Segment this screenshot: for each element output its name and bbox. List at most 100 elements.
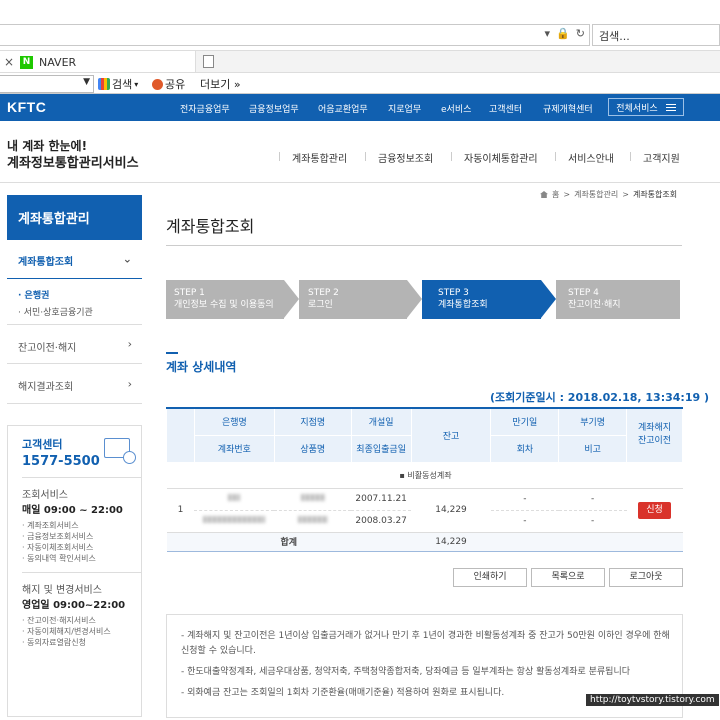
section-marker — [166, 352, 178, 354]
step-label: 계좌통합조회 — [438, 300, 488, 310]
step-4: STEP 4 잔고이전·해지 — [556, 280, 680, 319]
search-dropdown-icon[interactable]: ▾ — [545, 27, 551, 40]
header-opened: 개설일 — [350, 408, 412, 436]
header-tax: 부기명 — [558, 408, 628, 436]
account-number-redacted — [194, 510, 275, 533]
gnb-item-e-service[interactable]: e서비스 — [441, 102, 471, 115]
gnb-item-regulation-reform[interactable]: 규제개혁센터 — [543, 102, 593, 115]
sidebar-item-termination-result[interactable]: 해지결과조회 › — [7, 364, 142, 404]
divider — [22, 477, 142, 478]
gnb-item-giro[interactable]: 지로업무 — [388, 102, 421, 115]
global-nav: KFTC 전자금융업무 금융정보업무 어음교환업무 지로업무 e서비스 고객센터… — [0, 94, 720, 121]
account-detail-table: 은행명 지점명 개설일 잔고 만기일 부기명 계좌해지 잔고이전 계좌번호 상품… — [166, 407, 683, 552]
menu-customer-support[interactable]: 고객지원 — [630, 150, 680, 165]
share-button[interactable]: 공유 — [152, 76, 185, 92]
cmd-share-label: 공유 — [165, 78, 186, 91]
menu-icon — [665, 103, 676, 111]
sidebar-item-label: 계좌통합조회 — [18, 257, 74, 268]
sidebar-title: 계좌통합관리 — [7, 195, 142, 240]
apply-button[interactable]: 신청 — [638, 501, 671, 519]
tab-title: NAVER — [39, 55, 77, 69]
step-3: STEP 3 계좌통합조회 — [422, 280, 541, 319]
header-product: 상품명 — [273, 435, 352, 463]
gnb-item-electronic-finance[interactable]: 전자금융업무 — [180, 102, 230, 115]
notice-item: - 계좌해지 및 잔고이전은 1년이상 입출금거래가 없거나 만기 후 1년이 … — [181, 631, 670, 656]
logout-button[interactable]: 로그아웃 — [609, 568, 683, 587]
step-number: STEP 4 — [568, 288, 599, 298]
address-bar[interactable]: ▾ 🔒 ↻ — [0, 24, 590, 46]
menu-account-management[interactable]: 계좌통합관리 — [278, 150, 347, 165]
sidebar-item-account-inquiry[interactable]: 계좌통합조회 ⌄ — [7, 240, 142, 279]
lookup-service-item: · 동의내역 확인서비스 — [22, 554, 96, 563]
service-title[interactable]: 계좌정보통합관리서비스 — [7, 152, 139, 171]
group-label-inactive: ▪ 비활동성계좌 — [166, 462, 683, 489]
step-arrow — [407, 280, 422, 318]
sidebar-item-label: 잔고이전·해지 — [18, 343, 77, 354]
step-arrow — [541, 280, 556, 318]
lookup-service-item: · 자동이체조회서비스 — [22, 543, 94, 552]
total-balance: 14,229 — [411, 531, 491, 552]
breadcrumb-separator: > — [563, 190, 571, 199]
header-action-transfer: 잔고이전 — [637, 436, 672, 447]
header-installment: 회차 — [490, 435, 560, 463]
last-transaction-date: 2008.03.27 — [351, 510, 412, 533]
lock-icon: 🔒 — [556, 27, 570, 40]
table-row: 1 2007.11.21 14,229 - - 신청 — [166, 488, 683, 533]
header-bank: 은행명 — [193, 408, 275, 436]
menu-service-guide[interactable]: 서비스안내 — [555, 150, 614, 165]
chevron-down-icon[interactable]: ▼ — [83, 77, 90, 87]
gnb-item-customer-center[interactable]: 고객센터 — [489, 102, 522, 115]
naver-icon: N — [20, 55, 33, 69]
note-value: - — [558, 510, 627, 533]
header-action: 계좌해지 잔고이전 — [626, 408, 683, 463]
breadcrumb: 홈 > 계좌통합관리 > 계좌통합조회 — [540, 189, 677, 200]
lookup-service-item: · 금융정보조회서비스 — [22, 532, 94, 541]
site-logo[interactable]: KFTC — [7, 99, 46, 115]
more-button[interactable]: 더보기 » — [200, 76, 241, 92]
step-number: STEP 2 — [308, 288, 339, 298]
refresh-icon[interactable]: ↻ — [576, 27, 585, 40]
change-service-item: · 동의자료열람신청 — [22, 638, 86, 647]
command-input[interactable]: ▼ — [0, 75, 94, 93]
close-icon[interactable]: × — [0, 55, 18, 69]
tab-naver[interactable]: × N NAVER — [0, 51, 196, 73]
total-row: 합계 14,229 — [166, 531, 683, 552]
home-icon[interactable] — [540, 191, 548, 198]
change-service-title: 해지 및 변경서비스 — [22, 585, 102, 596]
change-service-time: 영업일 09:00~22:00 — [22, 600, 126, 611]
header-last-transaction: 최종입출금일 — [350, 435, 412, 463]
opened-date: 2007.11.21 — [351, 488, 412, 511]
cmd-search-label: 검색 — [112, 78, 133, 91]
sidebar-sub-bank[interactable]: · 은행권 — [18, 288, 49, 301]
gnb-item-financial-info[interactable]: 금융정보업무 — [249, 102, 299, 115]
section-title: 계좌 상세내역 — [166, 360, 237, 374]
tab-bar: × N NAVER — [0, 50, 720, 73]
row-number: 1 — [166, 488, 195, 533]
watermark: http://toytvstory.tistory.com — [586, 694, 719, 706]
sidebar-sub-cooperative[interactable]: · 서민·상호금융기관 — [18, 305, 93, 318]
new-tab-icon[interactable] — [203, 55, 214, 68]
google-search-button[interactable]: 검색 ▾ — [98, 76, 138, 92]
step-indicator: STEP 1 개인정보 수집 및 이용동의 STEP 2 로그인 STEP 3 … — [166, 280, 680, 319]
gnb-item-bill-clearing[interactable]: 어음교환업무 — [318, 102, 368, 115]
reference-datetime: (조회기준일시 : 2018.02.18, 13:34:19 ) — [490, 391, 709, 404]
print-button[interactable]: 인쇄하기 — [453, 568, 527, 587]
change-service-item: · 잔고이전·해지서비스 — [22, 616, 96, 625]
list-button[interactable]: 목록으로 — [531, 568, 605, 587]
tax-value: - — [558, 488, 627, 511]
browser-search-input[interactable]: 검색... — [592, 24, 720, 46]
menu-financial-info[interactable]: 금융정보조회 — [364, 150, 433, 165]
header-action-termination: 계좌해지 — [637, 423, 672, 434]
sidebar-item-balance-transfer[interactable]: 잔고이전·해지 › — [7, 324, 142, 364]
all-services-button[interactable]: 전체서비스 — [608, 98, 684, 116]
step-label: 개인정보 수집 및 이용동의 — [174, 300, 274, 310]
breadcrumb-home[interactable]: 홈 — [552, 189, 559, 200]
breadcrumb-account-management[interactable]: 계좌통합관리 — [574, 189, 618, 200]
header-account-no: 계좌번호 — [193, 435, 275, 463]
installment-value: - — [490, 510, 559, 533]
menu-auto-transfer[interactable]: 자동이체통합관리 — [451, 150, 538, 165]
notice-item: - 한도대출약정계좌, 세금우대상품, 청약저축, 주택청약종합저축, 당좌예금… — [181, 667, 631, 677]
balance-value: 14,229 — [411, 488, 491, 533]
all-services-label: 전체서비스 — [616, 103, 658, 114]
chevron-down-icon: ▾ — [134, 79, 139, 89]
